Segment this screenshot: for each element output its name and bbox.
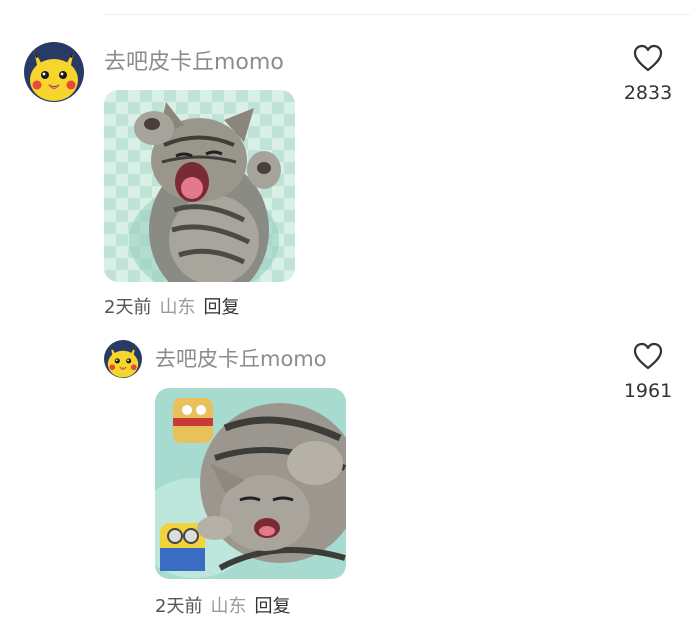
like-widget: 2833 bbox=[618, 44, 678, 104]
divider bbox=[104, 14, 690, 15]
like-widget: 1961 bbox=[618, 342, 678, 402]
comment-thread: 去吧皮卡丘momo 2天前 山东 回复 2833 去吧皮卡丘momo 2天前 山… bbox=[0, 0, 690, 622]
username[interactable]: 去吧皮卡丘momo bbox=[104, 44, 284, 76]
username[interactable]: 去吧皮卡丘momo bbox=[155, 343, 327, 373]
comment-time: 2天前 bbox=[155, 596, 203, 617]
heart-icon[interactable] bbox=[633, 44, 663, 72]
comment-location: 山东 bbox=[210, 596, 247, 617]
reply-button[interactable]: 回复 bbox=[203, 297, 239, 318]
comment-image[interactable] bbox=[104, 90, 295, 282]
like-count: 2833 bbox=[623, 82, 673, 104]
user-avatar[interactable] bbox=[24, 42, 84, 102]
comment-image[interactable] bbox=[155, 388, 346, 579]
reply-button[interactable]: 回复 bbox=[254, 596, 290, 617]
pikachu-avatar-icon bbox=[24, 42, 84, 102]
comment-time: 2天前 bbox=[104, 297, 152, 318]
like-count: 1961 bbox=[623, 380, 673, 402]
pikachu-avatar-icon bbox=[104, 340, 142, 378]
comment-meta: 2天前 山东 回复 bbox=[155, 592, 290, 618]
user-avatar[interactable] bbox=[104, 340, 142, 378]
kitten-yawning-photo bbox=[104, 90, 295, 282]
comment-meta: 2天前 山东 回复 bbox=[104, 293, 239, 319]
comment-location: 山东 bbox=[159, 297, 196, 318]
heart-icon[interactable] bbox=[633, 342, 663, 370]
kitten-sleeping-photo bbox=[155, 388, 346, 579]
